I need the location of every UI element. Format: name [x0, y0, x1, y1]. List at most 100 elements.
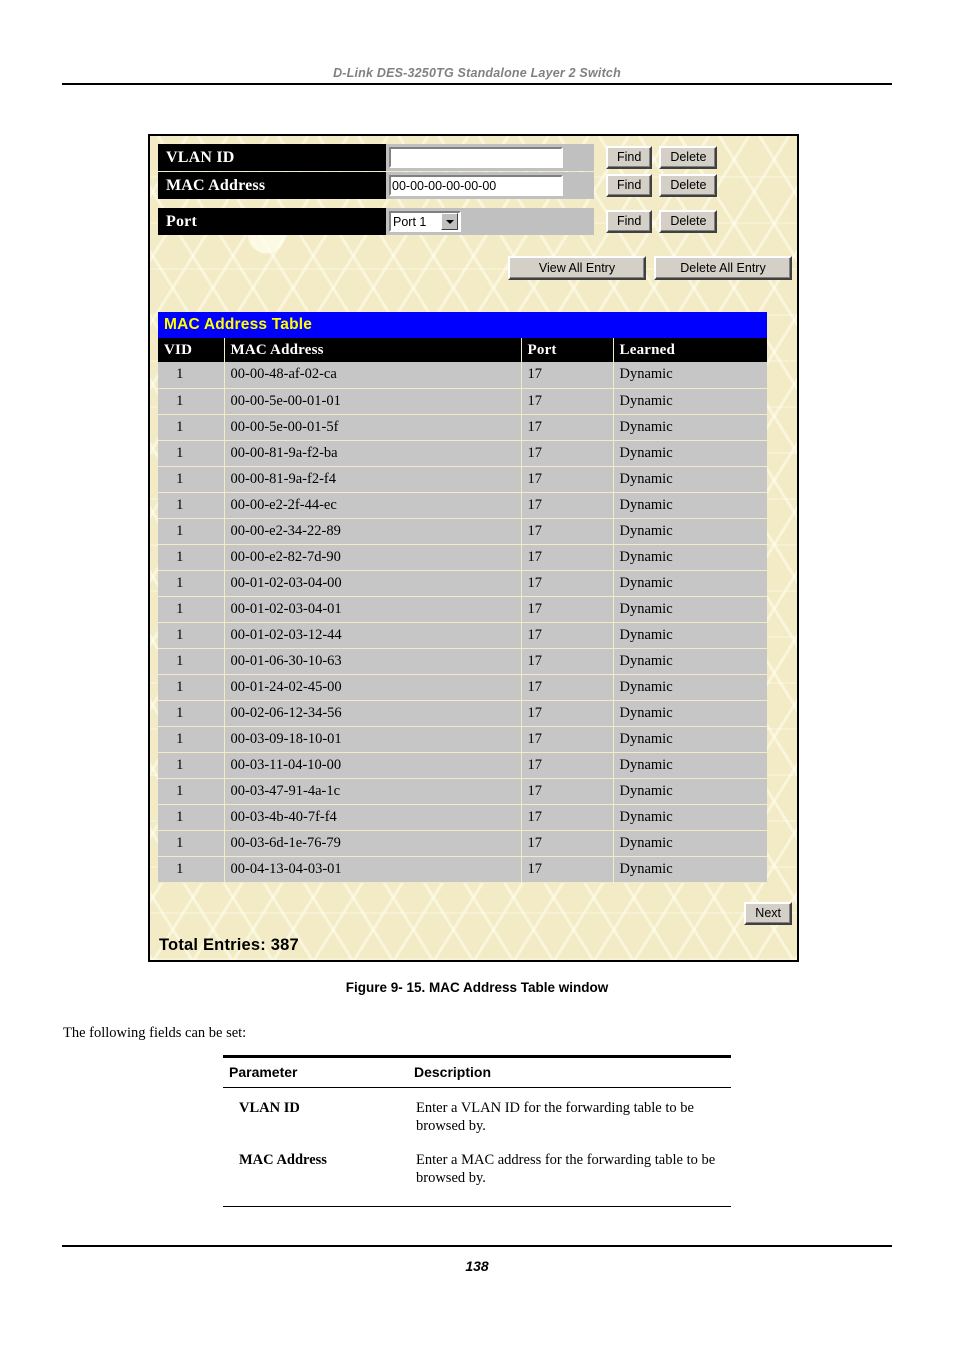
- column-header-mac-address: MAC Address: [224, 338, 522, 362]
- vlan-id-find-button[interactable]: Find: [606, 146, 653, 169]
- parameter-table-body-wrap: VLAN ID Enter a VLAN ID for the forwardin…: [223, 1088, 731, 1192]
- cell-mac-address: 00-00-48-af-02-ca: [224, 362, 522, 389]
- cell-mac-address: 00-01-06-30-10-63: [224, 648, 522, 675]
- cell-vid: 1: [158, 492, 225, 519]
- mac-address-label: MAC Address: [158, 172, 386, 199]
- cell-learned: Dynamic: [613, 492, 767, 519]
- mac-address-delete-button[interactable]: Delete: [659, 174, 718, 197]
- parameter-table-body: VLAN ID Enter a VLAN ID for the forwardin…: [223, 1088, 731, 1192]
- cell-learned: Dynamic: [613, 804, 767, 831]
- mac-address-table: VID MAC Address Port Learned 1 00-00-48-a…: [158, 338, 767, 883]
- delete-all-entry-button[interactable]: Delete All Entry: [654, 256, 792, 280]
- view-all-entry-button[interactable]: View All Entry: [508, 256, 646, 280]
- next-page-button[interactable]: Next: [744, 902, 792, 925]
- cell-learned: Dynamic: [613, 414, 767, 441]
- parameter-description-table: Parameter Description VLAN ID Enter a VLA…: [223, 1055, 731, 1207]
- cell-port: 17: [521, 804, 614, 831]
- cell-learned: Dynamic: [613, 752, 767, 779]
- cell-mac-address: 00-00-81-9a-f2-ba: [224, 440, 522, 467]
- param-name: MAC Address: [239, 1151, 327, 1168]
- param-row: VLAN ID Enter a VLAN ID for the forwardin…: [223, 1088, 731, 1140]
- cell-learned: Dynamic: [613, 622, 767, 649]
- table-row: 1 00-01-24-02-45-00 17 Dynamic: [158, 674, 767, 701]
- cell-mac-address: 00-04-13-04-03-01: [224, 856, 522, 883]
- mac-address-find-button[interactable]: Find: [606, 174, 653, 197]
- query-row-mac-address: MAC Address Find Delete: [158, 172, 792, 199]
- column-header-learned: Learned: [613, 338, 767, 362]
- chevron-down-icon[interactable]: [441, 213, 458, 230]
- cell-port: 17: [521, 518, 614, 545]
- port-actions: Find Delete: [594, 208, 718, 235]
- cell-mac-address: 00-00-e2-2f-44-ec: [224, 492, 522, 519]
- port-find-button[interactable]: Find: [606, 210, 653, 233]
- all-entry-actions: View All Entry Delete All Entry: [158, 256, 792, 280]
- mac-query-form: VLAN ID Find Delete MAC Address Find Del…: [158, 144, 792, 236]
- cell-learned: Dynamic: [613, 440, 767, 467]
- cell-vid: 1: [158, 648, 225, 675]
- param-header-row: Parameter Description: [223, 1058, 731, 1087]
- table-row: 1 00-03-11-04-10-00 17 Dynamic: [158, 752, 767, 779]
- table-row: 1 00-01-02-03-04-01 17 Dynamic: [158, 596, 767, 623]
- cell-mac-address: 00-02-06-12-34-56: [224, 700, 522, 727]
- cell-port: 17: [521, 830, 614, 857]
- cell-port: 17: [521, 648, 614, 675]
- query-row-vlan-id: VLAN ID Find Delete: [158, 144, 792, 171]
- port-delete-button[interactable]: Delete: [659, 210, 718, 233]
- table-header-row: VID MAC Address Port Learned: [158, 338, 767, 362]
- cell-mac-address: 00-01-02-03-04-01: [224, 596, 522, 623]
- vlan-id-label: VLAN ID: [158, 144, 386, 171]
- cell-learned: Dynamic: [613, 830, 767, 857]
- cell-learned: Dynamic: [613, 648, 767, 675]
- table-row: 1 00-03-6d-1e-76-79 17 Dynamic: [158, 830, 767, 857]
- cell-vid: 1: [158, 752, 225, 779]
- column-header-port: Port: [521, 338, 614, 362]
- cell-port: 17: [521, 622, 614, 649]
- cell-vid: 1: [158, 830, 225, 857]
- vlan-id-field-cell: [386, 144, 594, 171]
- figure-caption: Figure 9- 15. MAC Address Table window: [345, 980, 609, 995]
- cell-mac-address: 00-03-6d-1e-76-79: [224, 830, 522, 857]
- cell-vid: 1: [158, 440, 225, 467]
- param-description: Enter a MAC address for the forwarding t…: [416, 1151, 716, 1187]
- cell-vid: 1: [158, 622, 225, 649]
- mac-address-table-title: MAC Address Table: [158, 312, 767, 338]
- cell-mac-address: 00-03-11-04-10-00: [224, 752, 522, 779]
- cell-mac-address: 00-03-4b-40-7f-f4: [224, 804, 522, 831]
- cell-vid: 1: [158, 700, 225, 727]
- param-description: Enter a VLAN ID for the forwarding table…: [416, 1100, 694, 1135]
- table-row: 1 00-00-48-af-02-ca 17 Dynamic: [158, 362, 767, 389]
- cell-port: 17: [521, 752, 614, 779]
- fields-intro-text: The following fields can be set:: [63, 1025, 247, 1041]
- table-row: 1 00-03-4b-40-7f-f4 17 Dynamic: [158, 804, 767, 831]
- cell-learned: Dynamic: [613, 544, 767, 571]
- cell-port: 17: [521, 856, 614, 883]
- cell-vid: 1: [158, 544, 225, 571]
- cell-mac-address: 00-03-47-91-4a-1c: [224, 778, 522, 805]
- cell-mac-address: 00-01-02-03-04-00: [224, 570, 522, 597]
- query-row-port: Port Port 1 Find Delete: [158, 208, 792, 235]
- switch-web-ui-window: VLAN ID Find Delete MAC Address Find Del…: [148, 134, 799, 962]
- cell-learned: Dynamic: [613, 518, 767, 545]
- cell-vid: 1: [158, 388, 225, 415]
- cell-vid: 1: [158, 726, 225, 753]
- pagination-controls: Next: [158, 902, 792, 925]
- cell-port: 17: [521, 570, 614, 597]
- cell-mac-address: 00-00-e2-82-7d-90: [224, 544, 522, 571]
- parameter-table: Parameter Description: [223, 1058, 731, 1087]
- vlan-id-delete-button[interactable]: Delete: [659, 146, 718, 169]
- port-select[interactable]: Port 1: [389, 211, 461, 232]
- cell-port: 17: [521, 726, 614, 753]
- page-number: 138: [465, 1258, 489, 1274]
- total-entries-label: Total Entries: 387: [159, 936, 299, 954]
- table-row: 1 00-03-09-18-10-01 17 Dynamic: [158, 726, 767, 753]
- table-row: 1 00-00-81-9a-f2-ba 17 Dynamic: [158, 440, 767, 467]
- mac-address-table-block: MAC Address Table VID MAC Address Port L…: [158, 312, 767, 883]
- header-rule: [62, 83, 892, 85]
- document-running-header: D-Link DES-3250TG Standalone Layer 2 Swi…: [62, 66, 892, 85]
- vlan-id-input[interactable]: [389, 147, 563, 168]
- table-row: 1 00-00-5e-00-01-01 17 Dynamic: [158, 388, 767, 415]
- cell-port: 17: [521, 362, 614, 389]
- mac-address-input[interactable]: [389, 175, 563, 196]
- port-field-cell: Port 1: [386, 208, 594, 235]
- cell-port: 17: [521, 674, 614, 701]
